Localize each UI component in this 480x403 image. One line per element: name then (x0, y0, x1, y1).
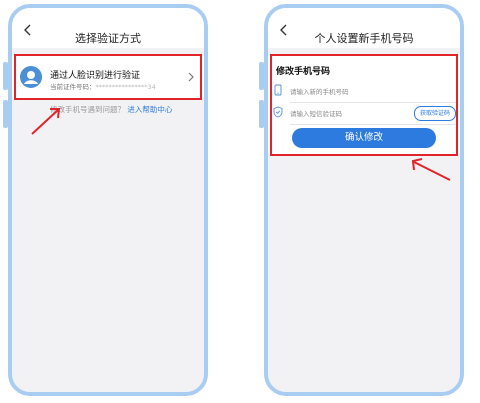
highlight-box-left (14, 54, 202, 100)
phone-frame-right: 个人设置新手机号码 修改手机号码 请输入新的手机号码 请输入短信验证码 获取验证… (264, 4, 464, 396)
page-title: 个人设置新手机号码 (314, 32, 414, 45)
highlight-box-right (270, 54, 458, 156)
help-center-link[interactable]: 进入帮助中心 (127, 105, 172, 114)
side-button (3, 62, 8, 90)
side-button (259, 62, 264, 90)
side-button (3, 100, 8, 128)
help-line: 修改手机号遇到问题？ 进入帮助中心 (50, 104, 172, 115)
nav-bar: 个人设置新手机号码 (268, 8, 460, 48)
annotation-arrow-left (31, 108, 61, 135)
annotation-arrow-right (411, 158, 451, 181)
phone-frame-left: 选择验证方式 通过人脸识别进行验证 当前证件号码：***************… (8, 4, 208, 396)
page-title: 选择验证方式 (75, 32, 141, 45)
side-button (259, 100, 264, 128)
nav-bar: 选择验证方式 (12, 8, 204, 48)
